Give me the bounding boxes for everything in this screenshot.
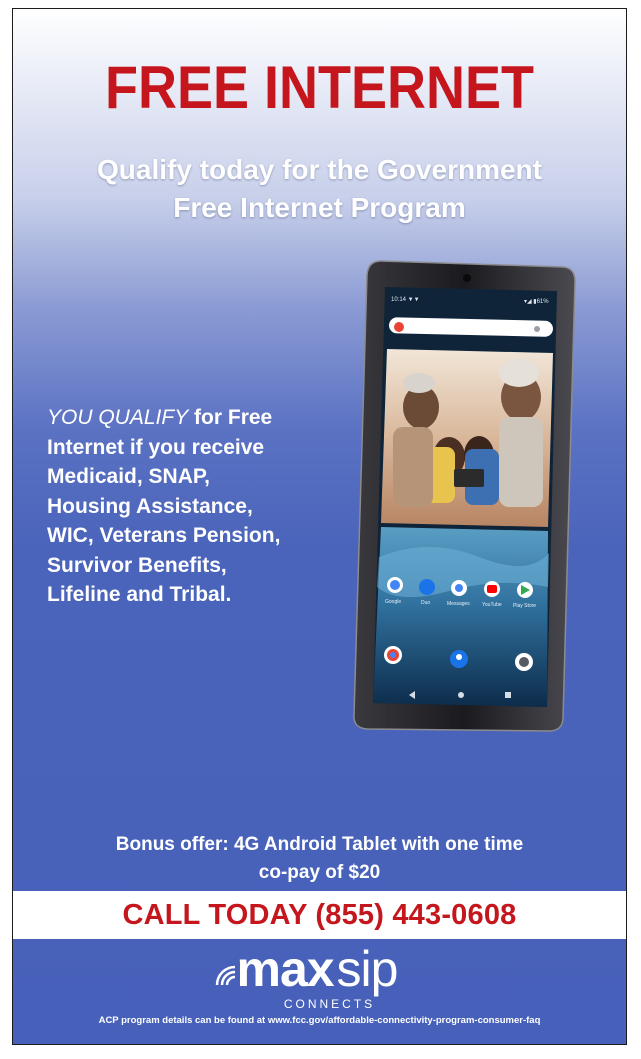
logo-wordmark-bold: max [236,941,335,997]
google-icon [394,322,404,332]
logo-wordmark-light: sip [336,941,399,997]
camera-icon [463,274,471,282]
bonus-line-1: Bonus offer: 4G Android Tablet with one … [115,834,524,855]
qualify-line-5: WIC, Veterans Pension, [47,524,281,547]
qualify-line-6: Survivor Benefits, [47,553,227,577]
bonus-line-2: co-pay of $20 [258,862,381,883]
svg-text:Google: Google [385,599,401,605]
bonus-offer: Bonus offer: 4G Android Tablet with one … [63,831,576,887]
qualify-line-3: Medicaid, SNAP, [47,465,210,488]
maxsip-logo: max sip CONNECTS [13,941,626,1011]
qualify-emphasis: YOU QUALIFY [47,406,189,429]
headline: FREE INTERNET [104,54,535,121]
qualification-text: YOU QUALIFY for Free Internet if you rec… [47,403,327,610]
logo-tagline: CONNECTS [283,997,376,1011]
qualify-line-1: YOU QUALIFY for Free [47,403,327,433]
qualify-line-2: Internet if you receive [47,435,265,459]
android-tablet-image: 10:14 ▼▼ ▾◢ ▮61% Google Duo Messages You… [353,260,576,732]
svg-text:Duo: Duo [421,600,430,606]
call-today-phone[interactable]: CALL TODAY (855) 443-0608 [122,899,516,932]
subheadline-line-2: Free Internet Program [173,192,466,223]
qualify-line-7: Lifeline and Tribal. [47,583,232,606]
subheadline-line-1: Qualify today for the Government [97,154,542,185]
acp-fine-print: ACP program details can be found at www.… [98,1015,541,1026]
subheadline: Qualify today for the Government Free In… [33,151,606,227]
status-time-text: 10:14 ▼▼ [391,297,420,303]
qualify-line-1-rest: for Free [188,406,273,429]
svg-text:▾◢ ▮61%: ▾◢ ▮61% [524,299,549,305]
qualify-line-4: Housing Assistance, [47,494,253,518]
svg-text:Messages: Messages [447,601,470,607]
wifi-icon [215,965,235,986]
svg-text:Play Store: Play Store [513,603,536,609]
duo-icon [419,579,435,595]
call-to-action-bar: CALL TODAY (855) 443-0608 [13,891,626,939]
advertisement: FREE INTERNET Qualify today for the Gove… [12,8,627,1045]
svg-text:YouTube: YouTube [482,602,502,608]
